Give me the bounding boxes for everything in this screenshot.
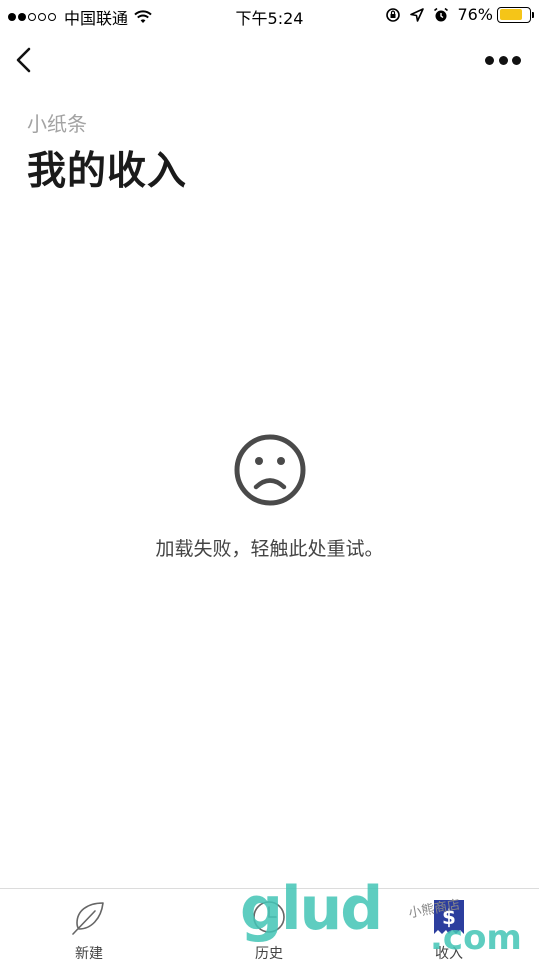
sad-face-icon [234, 434, 306, 506]
error-message: 加载失败，轻触此处重试。 [155, 538, 384, 560]
clock-icon [253, 901, 285, 933]
location-arrow-icon [410, 7, 425, 22]
page-subtitle: 小纸条 [27, 112, 87, 136]
retry-area[interactable]: 加载失败，轻触此处重试。 [0, 428, 539, 568]
battery-icon [497, 6, 534, 23]
orientation-lock-icon [386, 7, 401, 22]
leaf-icon [72, 902, 104, 935]
tab-income[interactable]: $ 收入 [404, 889, 494, 960]
svg-text:$: $ [442, 905, 456, 929]
alarm-clock-icon [434, 7, 449, 21]
tab-history[interactable]: 历史 [224, 889, 314, 960]
status-right: 76% [385, 5, 534, 24]
battery-level [499, 9, 522, 20]
nav-bar [0, 36, 539, 84]
tab-new-label: 新建 [75, 946, 103, 960]
status-bar: 中国联通 下午5:24 76% [0, 0, 539, 30]
chevron-left-icon[interactable] [12, 44, 36, 76]
more-dots-icon[interactable] [485, 52, 521, 68]
tab-new[interactable]: 新建 [44, 889, 134, 960]
tab-bar: 新建 历史 $ 收入 [0, 888, 539, 960]
battery-percent: 76% [457, 5, 493, 24]
tab-history-label: 历史 [255, 946, 283, 960]
dollar-receipt-icon: $ [434, 900, 464, 934]
page-title: 我的收入 [27, 149, 188, 194]
tab-income-label: 收入 [435, 946, 463, 960]
